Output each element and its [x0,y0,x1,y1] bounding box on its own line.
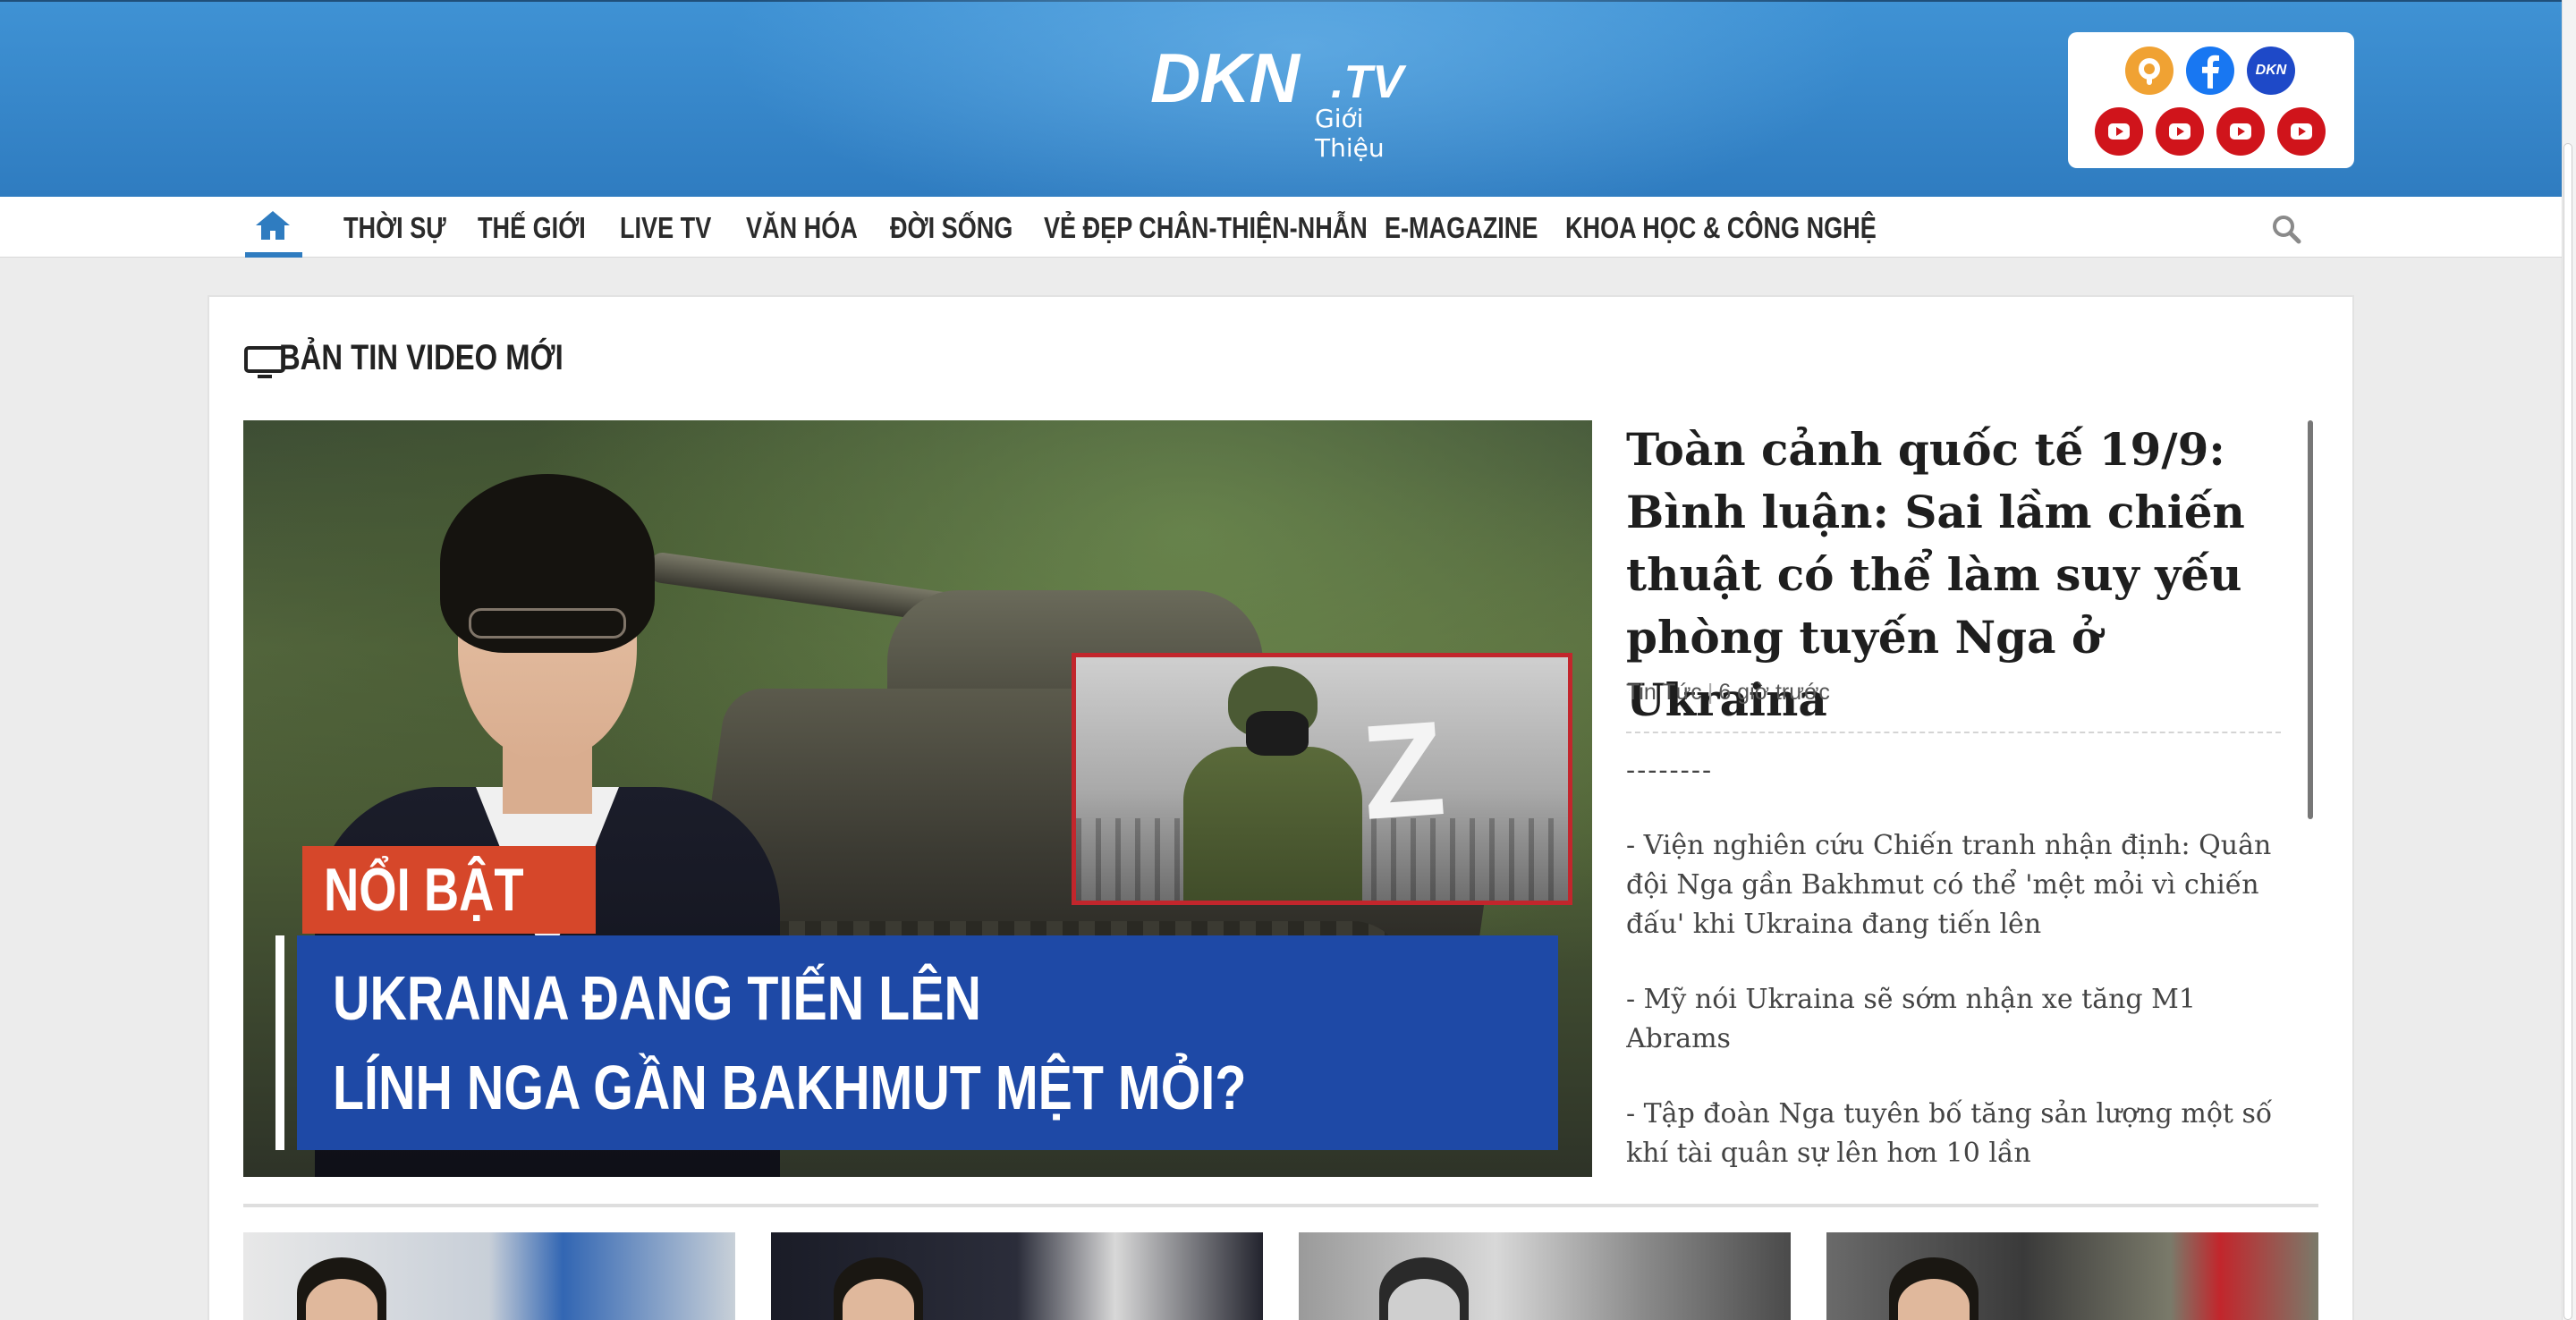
nav-item-live-tv[interactable]: LIVE TV [620,211,711,245]
section-divider [243,1204,2318,1207]
featured-video-thumbnail[interactable]: Z NỔI BẬT UKRAINA ĐANG TIẾN LÊN LÍNH NGA… [243,420,1592,1177]
logo-main: DKN [1150,38,1300,117]
article-time: 6 giờ trước [1718,680,1830,705]
video-caption-banner: UKRAINA ĐANG TIẾN LÊN LÍNH NGA GẦN BAKHM… [297,935,1558,1150]
dkn-icon[interactable]: DKN [2247,47,2295,95]
article-meta: Tin Tức | 6 giờ trước [1626,680,1830,705]
logo-tld: .TV [1331,56,1403,108]
nav-item-the-gioi[interactable]: THẾ GIỚI [478,211,586,245]
video-thumbnail[interactable] [1826,1232,2318,1320]
search-icon[interactable] [2268,211,2304,247]
caption-line-2: LÍNH NGA GẦN BAKHMUT MỆT MỎI? [333,1053,1247,1122]
nav-item-khoa-hoc[interactable]: KHOA HỌC & CÔNG NGHỆ [1565,211,1877,245]
nav-item-doi-song[interactable]: ĐỜI SỐNG [890,211,1013,245]
article-category[interactable]: Tin Tức [1626,680,1702,705]
podcast-icon[interactable] [2125,47,2174,95]
dkn-badge-text: DKN [2255,63,2287,78]
nav-item-van-hoa[interactable]: VĂN HÓA [746,211,858,245]
logo-subtitle-link[interactable]: Giới Thiệu [1315,104,1419,163]
highlight-tag: NỔI BẬT [302,846,596,934]
article-description: -------- - Viện nghiên cứu Chiến tranh n… [1626,751,2288,1177]
video-thumbnail[interactable] [771,1232,1263,1320]
desc-item: - Mỹ nói Ukraina sẽ sớm nhận xe tăng M1 … [1626,984,2196,1054]
nav-item-e-magazine[interactable]: E-MAGAZINE [1385,211,1538,245]
video-thumbnail[interactable] [1299,1232,1791,1320]
nav-item-ve-dep[interactable]: VẺ ĐẸP CHÂN-THIỆN-NHẪN [1044,211,1368,245]
nav-home[interactable] [245,197,302,258]
desc-item: - Tập đoàn Nga tuyên bố tăng sản lượng m… [1626,1098,2273,1169]
youtube-icon[interactable] [2095,107,2143,156]
main-nav: THỜI SỰ THẾ GIỚI LIVE TV VĂN HÓA ĐỜI SỐN… [0,197,2562,258]
nav-active-indicator [245,252,302,258]
youtube-icon[interactable] [2156,107,2204,156]
site-logo[interactable]: DKN .TV Giới Thiệu [1150,38,1419,163]
site-header: DKN .TV Giới Thiệu DKN [0,0,2562,270]
inset-z-letter: Z [1357,692,1450,848]
page-scrollbar-thumb[interactable] [2563,143,2572,1320]
youtube-icon[interactable] [2277,107,2326,156]
article-scrollbar[interactable] [2308,420,2313,819]
social-links-box: DKN [2068,32,2354,168]
desc-dashes: -------- [1626,755,1714,786]
meta-divider [1626,732,2281,733]
caption-line-1: UKRAINA ĐANG TIẾN LÊN [333,963,981,1033]
facebook-icon[interactable] [2186,47,2234,95]
desc-item: - Viện nghiên cứu Chiến tranh nhận định:… [1626,830,2272,940]
inset-soldier-image: Z [1072,653,1572,905]
section-title: BẢN TIN VIDEO MỚI [279,338,564,377]
nav-item-thoi-su[interactable]: THỜI SỰ [343,211,446,245]
video-thumbnail[interactable] [243,1232,735,1320]
home-icon [256,211,290,240]
youtube-icon[interactable] [2216,107,2265,156]
